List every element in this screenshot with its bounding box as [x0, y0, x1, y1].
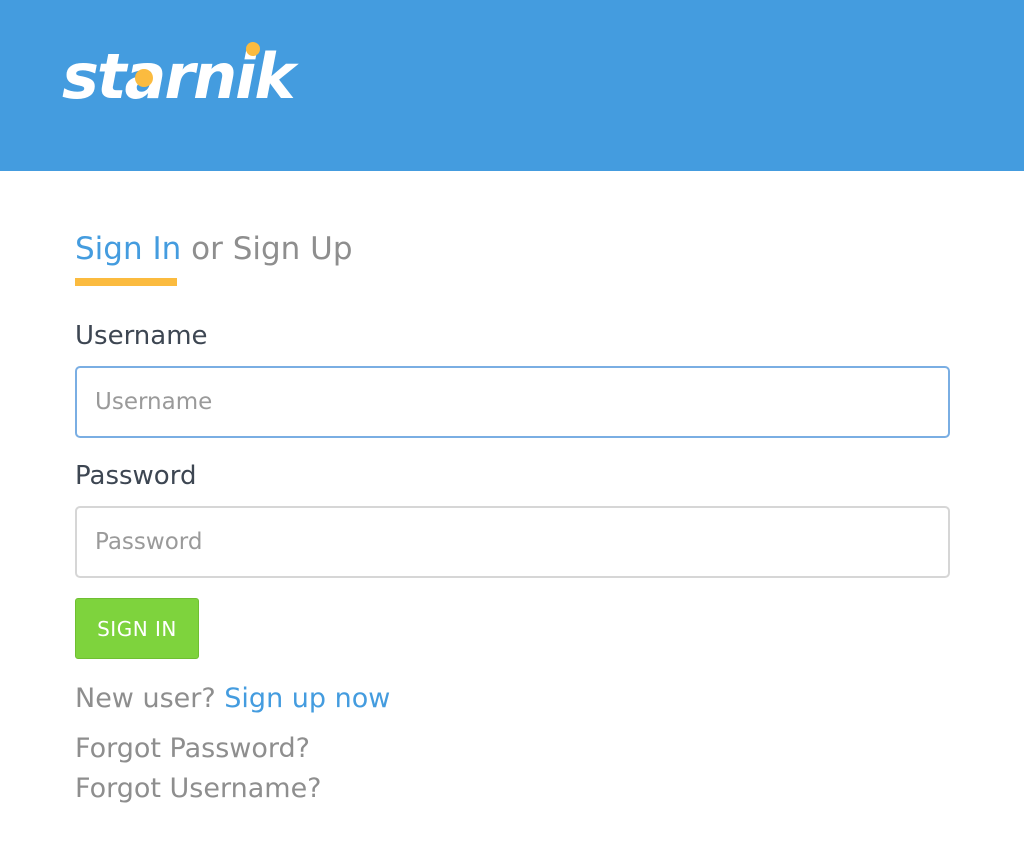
username-label: Username [75, 321, 208, 351]
tab-signin[interactable]: Sign In [75, 231, 181, 267]
forgot-username-link[interactable]: Forgot Username? [75, 771, 322, 807]
tab-signup[interactable]: Sign Up [233, 231, 353, 267]
app-header: starnik [0, 0, 1024, 171]
logo-wordmark: starnik [62, 40, 299, 106]
username-input[interactable] [75, 366, 950, 438]
tab-separator: or [191, 231, 223, 267]
signin-button[interactable]: SIGN IN [75, 598, 199, 659]
password-label: Password [75, 461, 197, 491]
logo-dot-small [246, 42, 260, 56]
logo-dot-large [135, 69, 153, 87]
password-input[interactable] [75, 506, 950, 578]
forgot-password-link[interactable]: Forgot Password? [75, 731, 310, 767]
starnik-logo[interactable]: starnik [60, 40, 316, 106]
new-user-text: New user? [75, 683, 216, 714]
auth-tabs: Sign In or Sign Up [75, 229, 353, 269]
signup-now-link[interactable]: Sign up now [224, 683, 390, 714]
new-user-line: New user? Sign up now [75, 681, 390, 717]
active-tab-underline [75, 278, 177, 286]
